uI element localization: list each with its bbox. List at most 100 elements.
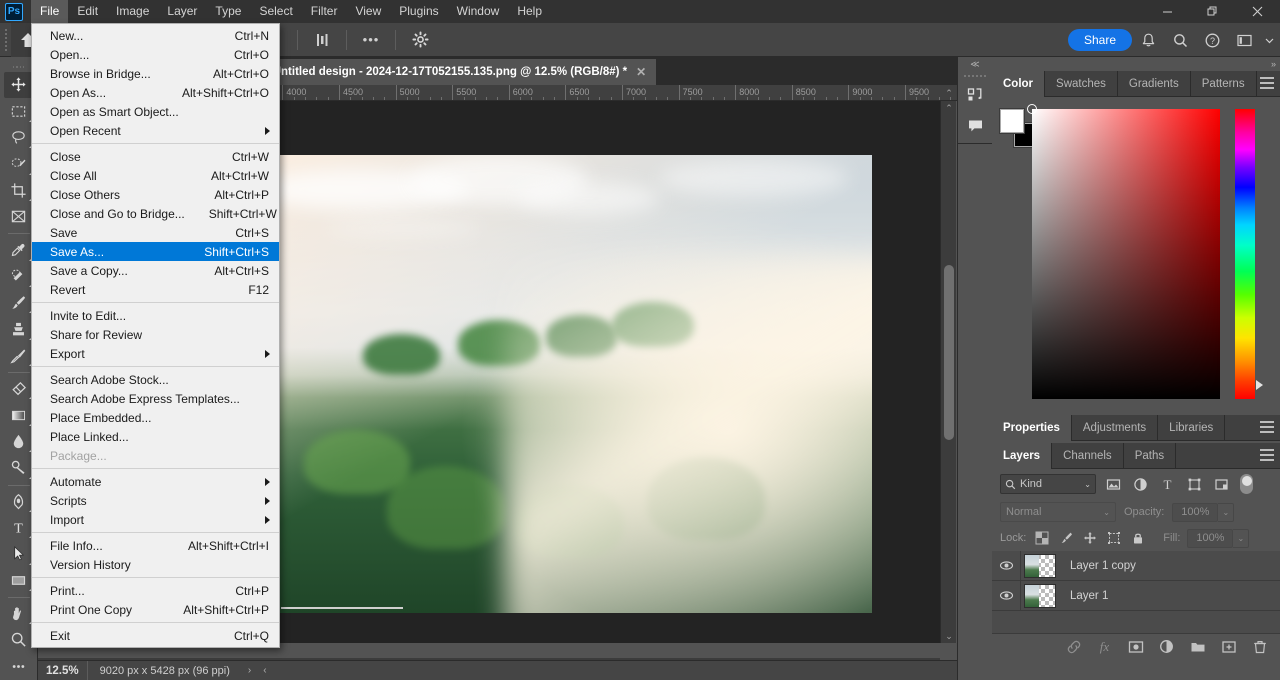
menu-item-close-and-go-to-bridge[interactable]: Close and Go to Bridge...Shift+Ctrl+W: [32, 204, 279, 223]
menu-item-invite-to-edit[interactable]: Invite to Edit...: [32, 306, 279, 325]
menu-select[interactable]: Select: [250, 0, 301, 23]
workspace-icon[interactable]: [1230, 26, 1258, 54]
fill-stepper-icon[interactable]: ⌄: [1233, 529, 1249, 548]
menu-item-export[interactable]: Export: [32, 344, 279, 363]
menu-layer[interactable]: Layer: [158, 0, 206, 23]
menu-item-open-as-smart-object[interactable]: Open as Smart Object...: [32, 102, 279, 121]
menu-item-open[interactable]: Open...Ctrl+O: [32, 45, 279, 64]
minimize-button[interactable]: [1145, 0, 1190, 23]
add-layer-mask-icon[interactable]: [1127, 638, 1144, 656]
layer-name-label[interactable]: Layer 1 copy: [1060, 560, 1136, 572]
menu-item-share-for-review[interactable]: Share for Review: [32, 325, 279, 344]
menu-item-import[interactable]: Import: [32, 510, 279, 529]
more-options-button[interactable]: •••: [359, 28, 383, 52]
zoom-tool[interactable]: [4, 627, 34, 652]
menu-item-file-info[interactable]: File Info...Alt+Shift+Ctrl+I: [32, 536, 279, 555]
new-layer-icon[interactable]: [1220, 638, 1237, 656]
layer-row[interactable]: Layer 1: [992, 581, 1280, 611]
hand-tool[interactable]: [4, 601, 34, 626]
tab-swatches[interactable]: Swatches: [1045, 71, 1118, 97]
comments-icon[interactable]: [958, 110, 993, 140]
path-selection-tool[interactable]: [4, 541, 34, 566]
panel-menu-icon[interactable]: [1260, 449, 1274, 461]
file-menu-dropdown[interactable]: New...Ctrl+NOpen...Ctrl+OBrowse in Bridg…: [31, 23, 280, 648]
menu-item-new[interactable]: New...Ctrl+N: [32, 26, 279, 45]
tab-color[interactable]: Color: [992, 71, 1045, 97]
menu-item-save-a-copy[interactable]: Save a Copy...Alt+Ctrl+S: [32, 261, 279, 280]
menu-edit[interactable]: Edit: [68, 0, 107, 23]
menu-item-close-all[interactable]: Close AllAlt+Ctrl+W: [32, 166, 279, 185]
toolbar-grip[interactable]: [13, 61, 24, 72]
blur-tool[interactable]: [4, 429, 34, 454]
menu-item-close[interactable]: CloseCtrl+W: [32, 147, 279, 166]
panel-collapse-icon[interactable]: »: [992, 57, 1280, 71]
menu-plugins[interactable]: Plugins: [390, 0, 447, 23]
clone-stamp-tool[interactable]: [4, 316, 34, 341]
tab-patterns[interactable]: Patterns: [1191, 71, 1257, 97]
menu-file[interactable]: File: [31, 0, 68, 23]
new-adjustment-layer-icon[interactable]: [1158, 638, 1175, 656]
document-tab-active[interactable]: Untitled design - 2024-12-17T052155.135.…: [263, 59, 658, 85]
eyedropper-tool[interactable]: [4, 237, 34, 262]
canvas-vertical-scrollbar[interactable]: ⌃ ⌄: [940, 101, 956, 643]
spot-healing-brush-tool[interactable]: [4, 264, 34, 289]
distribute-horizontal-icon[interactable]: [310, 28, 334, 52]
rectangular-marquee-tool[interactable]: [4, 99, 34, 124]
menu-item-browse-in-bridge[interactable]: Browse in Bridge...Alt+Ctrl+O: [32, 64, 279, 83]
shape-layer-filter-icon[interactable]: [1184, 474, 1204, 494]
libraries-icon[interactable]: [958, 80, 993, 110]
gradient-tool[interactable]: [4, 402, 34, 427]
menu-item-search-adobe-stock[interactable]: Search Adobe Stock...: [32, 370, 279, 389]
menu-item-place-linked[interactable]: Place Linked...: [32, 427, 279, 446]
menu-item-place-embedded[interactable]: Place Embedded...: [32, 408, 279, 427]
tab-libraries[interactable]: Libraries: [1158, 415, 1225, 441]
foreground-color-swatch[interactable]: [1000, 109, 1024, 133]
document-artboard[interactable]: [280, 155, 872, 613]
type-layer-filter-icon[interactable]: T: [1157, 474, 1177, 494]
layer-filter-toggle[interactable]: [1240, 474, 1253, 494]
close-window-button[interactable]: [1235, 0, 1280, 23]
layer-name-label[interactable]: Layer 1: [1060, 590, 1108, 602]
opacity-value-field[interactable]: 100%: [1172, 503, 1218, 522]
menu-item-search-adobe-express-templates[interactable]: Search Adobe Express Templates...: [32, 389, 279, 408]
brush-tool[interactable]: [4, 290, 34, 315]
lock-artboard-nesting-icon[interactable]: [1105, 529, 1122, 547]
menu-item-save-as[interactable]: Save As...Shift+Ctrl+S: [32, 242, 279, 261]
hue-slider[interactable]: [1235, 109, 1255, 399]
frame-tool[interactable]: [4, 204, 34, 229]
hue-slider-handle[interactable]: [1256, 380, 1263, 390]
menu-item-version-history[interactable]: Version History: [32, 555, 279, 574]
lasso-tool[interactable]: [4, 125, 34, 150]
pen-tool[interactable]: [4, 488, 34, 513]
options-bar-grip[interactable]: [0, 23, 11, 57]
menu-filter[interactable]: Filter: [302, 0, 347, 23]
gear-icon[interactable]: [408, 28, 432, 52]
tab-properties[interactable]: Properties: [992, 415, 1072, 441]
share-button[interactable]: Share: [1068, 29, 1132, 51]
menu-item-print[interactable]: Print...Ctrl+P: [32, 581, 279, 600]
tab-gradients[interactable]: Gradients: [1118, 71, 1191, 97]
menu-item-open-recent[interactable]: Open Recent: [32, 121, 279, 140]
menu-item-automate[interactable]: Automate: [32, 472, 279, 491]
panel-menu-icon[interactable]: [1260, 77, 1274, 89]
rectangle-tool[interactable]: [4, 568, 34, 593]
pixel-layer-filter-icon[interactable]: [1103, 474, 1123, 494]
menu-view[interactable]: View: [346, 0, 390, 23]
history-brush-tool[interactable]: [4, 343, 34, 368]
layer-thumbnail-cell[interactable]: [1020, 581, 1060, 611]
smart-object-filter-icon[interactable]: [1211, 474, 1231, 494]
delete-layer-icon[interactable]: [1251, 638, 1268, 656]
rail-collapse-icon[interactable]: ≪: [958, 57, 992, 71]
scrollbar-thumb[interactable]: [944, 265, 954, 440]
move-tool[interactable]: [4, 72, 34, 97]
crop-tool[interactable]: [4, 178, 34, 203]
lock-position-icon[interactable]: [1081, 529, 1098, 547]
chevron-down-icon[interactable]: ⌄: [1103, 508, 1110, 517]
menu-item-open-as[interactable]: Open As...Alt+Shift+Ctrl+O: [32, 83, 279, 102]
menu-item-revert[interactable]: RevertF12: [32, 280, 279, 299]
color-spectrum-field[interactable]: [1032, 109, 1220, 399]
scroll-up-arrow[interactable]: ⌃: [941, 101, 957, 115]
menu-image[interactable]: Image: [107, 0, 158, 23]
lock-image-pixels-icon[interactable]: [1057, 529, 1074, 547]
new-group-icon[interactable]: [1189, 638, 1206, 656]
